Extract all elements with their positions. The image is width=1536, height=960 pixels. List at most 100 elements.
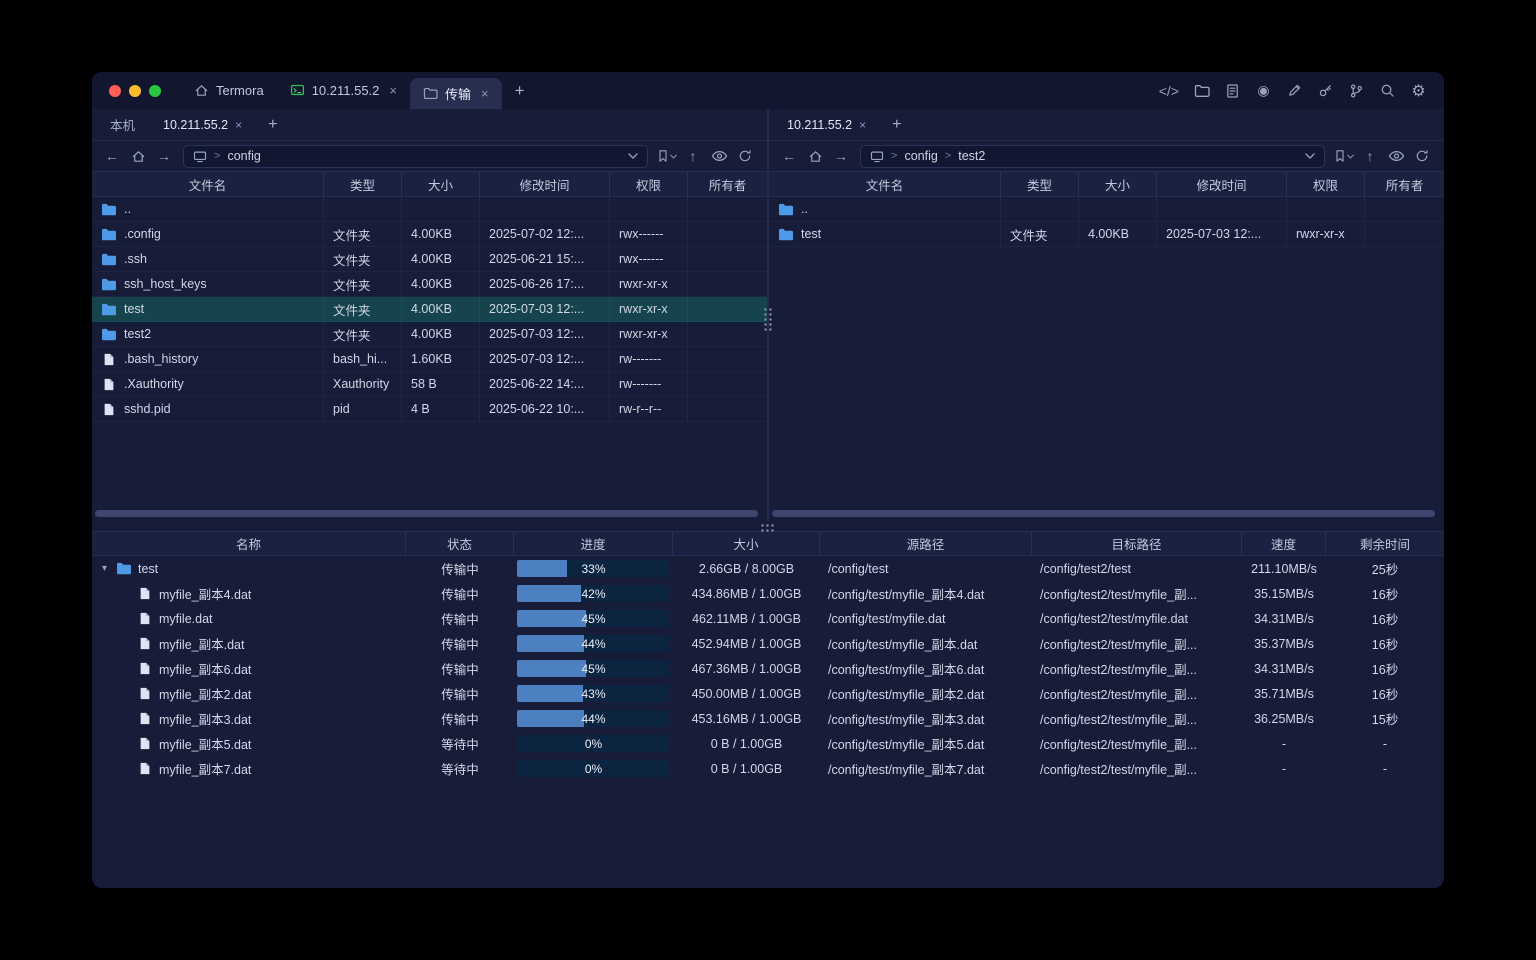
tab-remote-10-211-55-2[interactable]: 10.211.55.2 × xyxy=(149,109,256,140)
minimize-window-button[interactable] xyxy=(129,85,141,97)
bookmark-icon[interactable] xyxy=(1332,145,1356,167)
column-header[interactable]: 源路径 xyxy=(820,532,1032,555)
column-header[interactable]: 速度 xyxy=(1242,532,1326,555)
chevron-down-icon[interactable] xyxy=(628,153,638,159)
close-tab-icon[interactable]: × xyxy=(389,83,397,98)
left-breadcrumb[interactable]: > config xyxy=(183,145,648,168)
parent-directory-icon[interactable]: ↑ xyxy=(681,145,705,167)
refresh-icon[interactable] xyxy=(733,145,757,167)
parent-directory-icon[interactable]: ↑ xyxy=(1358,145,1382,167)
transfer-name-cell: myfile_副本.dat xyxy=(92,631,406,656)
breadcrumb-segment[interactable]: config xyxy=(904,149,937,163)
left-panel-tabs: 本机 10.211.55.2 × + xyxy=(92,109,767,141)
column-header[interactable]: 权限 xyxy=(610,172,688,196)
log-icon[interactable] xyxy=(1224,82,1241,99)
key-icon[interactable] xyxy=(1317,82,1334,99)
horizontal-scrollbar[interactable] xyxy=(95,510,758,517)
edit-icon[interactable] xyxy=(1286,82,1303,99)
record-icon[interactable]: ◉ xyxy=(1255,82,1272,99)
bookmark-icon[interactable] xyxy=(655,145,679,167)
column-header[interactable]: 进度 xyxy=(514,532,673,555)
column-header[interactable]: 大小 xyxy=(402,172,480,196)
home-icon[interactable] xyxy=(803,145,827,167)
column-header[interactable]: 状态 xyxy=(406,532,514,555)
back-icon[interactable]: ← xyxy=(100,145,124,167)
transfer-row-myfile_副本3.dat[interactable]: myfile_副本3.dat传输中44%453.16MB / 1.00GB/co… xyxy=(92,706,1444,731)
column-header[interactable]: 所有者 xyxy=(1365,172,1444,196)
folders-icon[interactable] xyxy=(1193,82,1210,99)
column-header[interactable]: 大小 xyxy=(673,532,820,555)
branch-icon[interactable] xyxy=(1348,82,1365,99)
close-tab-icon[interactable]: × xyxy=(859,118,866,132)
close-window-button[interactable] xyxy=(109,85,121,97)
file-row-..[interactable]: .. xyxy=(769,197,1444,222)
settings-gear-icon[interactable]: ⚙ xyxy=(1410,82,1427,99)
close-tab-icon[interactable]: × xyxy=(235,118,242,132)
tab-ssh-session[interactable]: 10.211.55.2 × xyxy=(277,72,410,109)
transfer-row-myfile_副本6.dat[interactable]: myfile_副本6.dat传输中45%467.36MB / 1.00GB/co… xyxy=(92,656,1444,681)
horizontal-scrollbar[interactable] xyxy=(772,510,1435,517)
column-header[interactable]: 目标路径 xyxy=(1032,532,1242,555)
new-panel-tab-button[interactable]: + xyxy=(880,116,913,134)
back-icon[interactable]: ← xyxy=(777,145,801,167)
file-row-test[interactable]: test文件夹4.00KB2025-07-03 12:...rwxr-xr-x xyxy=(769,222,1444,247)
file-perm-cell: rwx------ xyxy=(610,222,688,247)
transfer-progress-cell: 0% xyxy=(514,731,673,756)
file-row-.Xauthority[interactable]: .XauthorityXauthority58 B2025-06-22 14:.… xyxy=(92,372,767,397)
file-row-.config[interactable]: .config文件夹4.00KB2025-07-02 12:...rwx----… xyxy=(92,222,767,247)
file-row-test[interactable]: test文件夹4.00KB2025-07-03 12:...rwxr-xr-x xyxy=(92,297,767,322)
chevron-down-icon[interactable] xyxy=(1305,153,1315,159)
tab-remote-10-211-55-2[interactable]: 10.211.55.2 × xyxy=(773,109,880,140)
breadcrumb-segment[interactable]: config xyxy=(227,149,260,163)
tab-label: 10.211.55.2 xyxy=(312,83,380,98)
tab-local-machine[interactable]: 本机 xyxy=(96,109,149,140)
close-tab-icon[interactable]: × xyxy=(481,86,489,101)
tab-termora[interactable]: Termora xyxy=(181,72,277,109)
file-name-cell: test2 xyxy=(92,322,324,347)
collapse-icon[interactable]: ▾ xyxy=(99,563,110,574)
forward-icon[interactable]: → xyxy=(152,145,176,167)
transfer-name-cell: myfile_副本6.dat xyxy=(92,656,406,681)
file-row-ssh_host_keys[interactable]: ssh_host_keys文件夹4.00KB2025-06-26 17:...r… xyxy=(92,272,767,297)
right-breadcrumb[interactable]: > config > test2 xyxy=(860,145,1325,168)
column-header[interactable]: 修改时间 xyxy=(480,172,610,196)
column-header[interactable]: 文件名 xyxy=(92,172,324,196)
show-hidden-eye-icon[interactable] xyxy=(707,145,731,167)
show-hidden-eye-icon[interactable] xyxy=(1384,145,1408,167)
zoom-window-button[interactable] xyxy=(149,85,161,97)
refresh-icon[interactable] xyxy=(1410,145,1434,167)
column-header[interactable]: 文件名 xyxy=(769,172,1001,196)
file-row-sshd.pid[interactable]: sshd.pidpid4 B2025-06-22 10:...rw-r--r-- xyxy=(92,397,767,422)
column-header[interactable]: 大小 xyxy=(1079,172,1157,196)
file-row-..[interactable]: .. xyxy=(92,197,767,222)
code-snippets-icon[interactable]: </> xyxy=(1159,82,1179,99)
column-header[interactable]: 名称 xyxy=(92,532,406,555)
column-header[interactable]: 剩余时间 xyxy=(1326,532,1444,555)
splitter-grip[interactable] xyxy=(760,523,776,534)
transfer-row-myfile_副本.dat[interactable]: myfile_副本.dat传输中44%452.94MB / 1.00GB/con… xyxy=(92,631,1444,656)
column-header[interactable]: 所有者 xyxy=(688,172,767,196)
new-tab-button[interactable]: + xyxy=(502,81,538,101)
forward-icon[interactable]: → xyxy=(829,145,853,167)
transfer-row-myfile_副本5.dat[interactable]: myfile_副本5.dat等待中0%0 B / 1.00GB/config/t… xyxy=(92,731,1444,756)
new-panel-tab-button[interactable]: + xyxy=(256,116,289,134)
tab-transfer[interactable]: 传输 × xyxy=(410,78,502,109)
home-icon[interactable] xyxy=(126,145,150,167)
transfer-row-myfile_副本7.dat[interactable]: myfile_副本7.dat等待中0%0 B / 1.00GB/config/t… xyxy=(92,756,1444,781)
search-icon[interactable] xyxy=(1379,82,1396,99)
transfer-row-myfile_副本2.dat[interactable]: myfile_副本2.dat传输中43%450.00MB / 1.00GB/co… xyxy=(92,681,1444,706)
transfer-row-myfile.dat[interactable]: myfile.dat传输中45%462.11MB / 1.00GB/config… xyxy=(92,606,1444,631)
column-header[interactable]: 类型 xyxy=(1001,172,1079,196)
file-row-.ssh[interactable]: .ssh文件夹4.00KB2025-06-21 15:...rwx------ xyxy=(92,247,767,272)
file-row-.bash_history[interactable]: .bash_historybash_hi...1.60KB2025-07-03 … xyxy=(92,347,767,372)
file-row-test2[interactable]: test2文件夹4.00KB2025-07-03 12:...rwxr-xr-x xyxy=(92,322,767,347)
column-header[interactable]: 类型 xyxy=(324,172,402,196)
transfer-row-test[interactable]: ▾test传输中33%2.66GB / 8.00GB/config/test/c… xyxy=(92,556,1444,581)
transfer-progress-cell: 33% xyxy=(514,556,673,581)
transfer-row-myfile_副本4.dat[interactable]: myfile_副本4.dat传输中42%434.86MB / 1.00GB/co… xyxy=(92,581,1444,606)
column-header[interactable]: 修改时间 xyxy=(1157,172,1287,196)
transfer-source-cell: /config/test/myfile_副本5.dat xyxy=(820,731,1032,756)
breadcrumb-segment[interactable]: test2 xyxy=(958,149,985,163)
column-header[interactable]: 权限 xyxy=(1287,172,1365,196)
horizontal-splitter[interactable] xyxy=(92,521,1444,531)
